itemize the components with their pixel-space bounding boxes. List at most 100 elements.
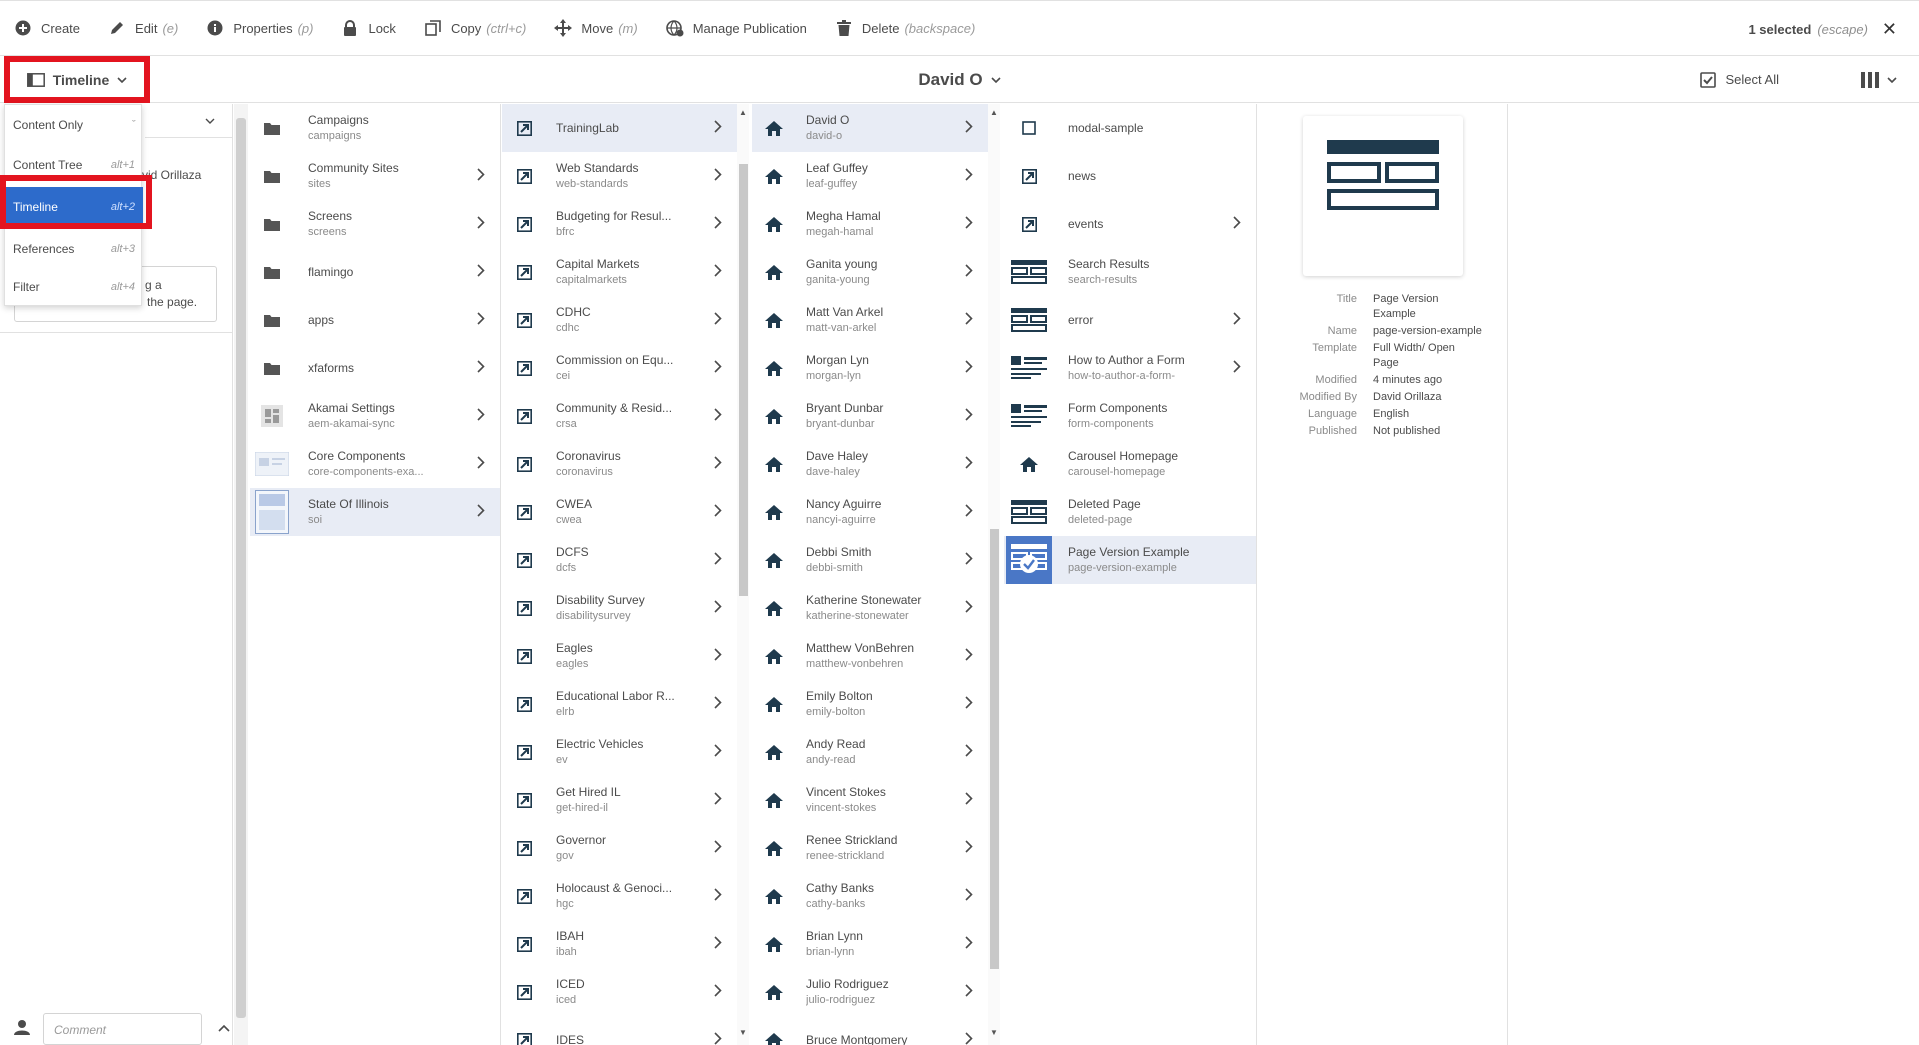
list-item[interactable]: Megha Hamal megah-hamal xyxy=(752,200,988,248)
rail-filter-select[interactable] xyxy=(145,104,233,138)
chevron-right-icon[interactable] xyxy=(965,984,975,1000)
list-item[interactable]: IDES xyxy=(502,1016,737,1045)
list-item[interactable]: Carousel Homepage carousel-homepage xyxy=(1004,440,1256,488)
list-item[interactable]: Campaigns campaigns xyxy=(250,104,500,152)
list-item[interactable]: David O david-o xyxy=(752,104,988,152)
comment-input[interactable]: Comment xyxy=(43,1013,202,1045)
list-item[interactable]: ICED iced xyxy=(502,968,737,1016)
chevron-right-icon[interactable] xyxy=(965,216,975,232)
list-item[interactable]: Get Hired IL get-hired-il xyxy=(502,776,737,824)
rail-switcher-button[interactable]: Timeline xyxy=(4,56,150,103)
list-item[interactable]: Morgan Lyn morgan-lyn xyxy=(752,344,988,392)
column-traininglab-scrollbar[interactable]: ▲ ▼ xyxy=(988,104,1000,1045)
page-title[interactable]: David O xyxy=(0,56,1919,103)
chevron-right-icon[interactable] xyxy=(714,600,724,616)
chevron-right-icon[interactable] xyxy=(965,888,975,904)
chevron-right-icon[interactable] xyxy=(965,168,975,184)
chevron-right-icon[interactable] xyxy=(965,936,975,952)
chevron-right-icon[interactable] xyxy=(477,456,487,472)
chevron-right-icon[interactable] xyxy=(714,936,724,952)
list-item[interactable]: CDHC cdhc xyxy=(502,296,737,344)
chevron-right-icon[interactable] xyxy=(477,504,487,520)
edit-button[interactable]: Edit (e) xyxy=(94,0,192,56)
list-item[interactable]: Web Standards web-standards xyxy=(502,152,737,200)
chevron-right-icon[interactable] xyxy=(1233,360,1243,376)
list-item[interactable]: Debbi Smith debbi-smith xyxy=(752,536,988,584)
chevron-right-icon[interactable] xyxy=(477,264,487,280)
list-item[interactable]: Community & Resid... crsa xyxy=(502,392,737,440)
list-item[interactable]: Renee Strickland renee-strickland xyxy=(752,824,988,872)
create-button[interactable]: Create xyxy=(0,0,94,56)
list-item[interactable]: TrainingLab xyxy=(502,104,737,152)
properties-button[interactable]: Properties (p) xyxy=(192,0,327,56)
chevron-right-icon[interactable] xyxy=(965,312,975,328)
list-item[interactable]: Julio Rodriguez julio-rodriguez xyxy=(752,968,988,1016)
chevron-right-icon[interactable] xyxy=(714,168,724,184)
list-item[interactable]: State Of Illinois soi xyxy=(250,488,500,536)
list-item[interactable]: Electric Vehicles ev xyxy=(502,728,737,776)
chevron-right-icon[interactable] xyxy=(714,264,724,280)
lock-button[interactable]: Lock xyxy=(327,0,409,56)
column-soi-scrollbar[interactable]: ▲ ▼ xyxy=(737,104,749,1045)
select-all-button[interactable]: Select All xyxy=(1699,56,1779,103)
rail-scrollbar[interactable] xyxy=(234,104,248,1045)
list-item[interactable]: Emily Bolton emily-bolton xyxy=(752,680,988,728)
list-item[interactable]: Vincent Stokes vincent-stokes xyxy=(752,776,988,824)
list-item[interactable]: Budgeting for Resul... bfrc xyxy=(502,200,737,248)
manage-publication-button[interactable]: Manage Publication xyxy=(652,0,821,56)
list-item[interactable]: CWEA cwea xyxy=(502,488,737,536)
chevron-right-icon[interactable] xyxy=(714,456,724,472)
chevron-right-icon[interactable] xyxy=(477,408,487,424)
chevron-right-icon[interactable] xyxy=(965,504,975,520)
list-item[interactable]: news xyxy=(1004,152,1256,200)
list-item[interactable]: events xyxy=(1004,200,1256,248)
chevron-right-icon[interactable] xyxy=(965,1032,975,1045)
list-item[interactable]: Ganita young ganita-young xyxy=(752,248,988,296)
list-item[interactable]: Cathy Banks cathy-banks xyxy=(752,872,988,920)
list-item[interactable]: Eagles eagles xyxy=(502,632,737,680)
list-item[interactable]: Matt Van Arkel matt-van-arkel xyxy=(752,296,988,344)
list-item[interactable]: Core Components core-components-exa... xyxy=(250,440,500,488)
chevron-right-icon[interactable] xyxy=(714,504,724,520)
chevron-right-icon[interactable] xyxy=(714,984,724,1000)
list-item[interactable]: Bruce Montgomery xyxy=(752,1016,988,1045)
chevron-right-icon[interactable] xyxy=(965,456,975,472)
list-item[interactable]: Community Sites sites xyxy=(250,152,500,200)
chevron-right-icon[interactable] xyxy=(714,1032,724,1045)
chevron-right-icon[interactable] xyxy=(965,120,975,136)
list-item[interactable]: Andy Read andy-read xyxy=(752,728,988,776)
menu-item-references[interactable]: References alt+3 xyxy=(5,229,143,269)
chevron-right-icon[interactable] xyxy=(714,408,724,424)
list-item[interactable]: Deleted Page deleted-page xyxy=(1004,488,1256,536)
list-item[interactable]: error xyxy=(1004,296,1256,344)
list-item[interactable]: Katherine Stonewater katherine-stonewater xyxy=(752,584,988,632)
list-item[interactable]: Matthew VonBehren matthew-vonbehren xyxy=(752,632,988,680)
menu-item-filter[interactable]: Filter alt+4 xyxy=(5,267,143,307)
list-item[interactable]: Holocaust & Genoci... hgc xyxy=(502,872,737,920)
chevron-right-icon[interactable] xyxy=(714,360,724,376)
chevron-right-icon[interactable] xyxy=(477,312,487,328)
list-item[interactable]: DCFS dcfs xyxy=(502,536,737,584)
list-item[interactable]: Capital Markets capitalmarkets xyxy=(502,248,737,296)
menu-item-content-only[interactable]: Content Only ˇ xyxy=(5,105,143,145)
list-item[interactable]: modal-sample xyxy=(1004,104,1256,152)
chevron-right-icon[interactable] xyxy=(714,216,724,232)
chevron-right-icon[interactable] xyxy=(714,552,724,568)
list-item[interactable]: How to Author a Form how-to-author-a-form… xyxy=(1004,344,1256,392)
list-item[interactable]: Commission on Equ... cei xyxy=(502,344,737,392)
list-item[interactable]: Akamai Settings aem-akamai-sync xyxy=(250,392,500,440)
chevron-up-icon[interactable] xyxy=(218,1024,230,1032)
close-selection-icon[interactable]: ✕ xyxy=(1882,19,1897,40)
chevron-right-icon[interactable] xyxy=(714,840,724,856)
chevron-right-icon[interactable] xyxy=(1233,312,1243,328)
chevron-right-icon[interactable] xyxy=(714,888,724,904)
list-item[interactable]: Disability Survey disabilitysurvey xyxy=(502,584,737,632)
chevron-right-icon[interactable] xyxy=(714,648,724,664)
delete-button[interactable]: Delete (backspace) xyxy=(821,0,989,56)
list-item[interactable]: Nancy Aguirre nancyi-aguirre xyxy=(752,488,988,536)
list-item[interactable]: Brian Lynn brian-lynn xyxy=(752,920,988,968)
chevron-right-icon[interactable] xyxy=(965,696,975,712)
chevron-right-icon[interactable] xyxy=(965,552,975,568)
chevron-right-icon[interactable] xyxy=(714,744,724,760)
list-item[interactable]: xfaforms xyxy=(250,344,500,392)
